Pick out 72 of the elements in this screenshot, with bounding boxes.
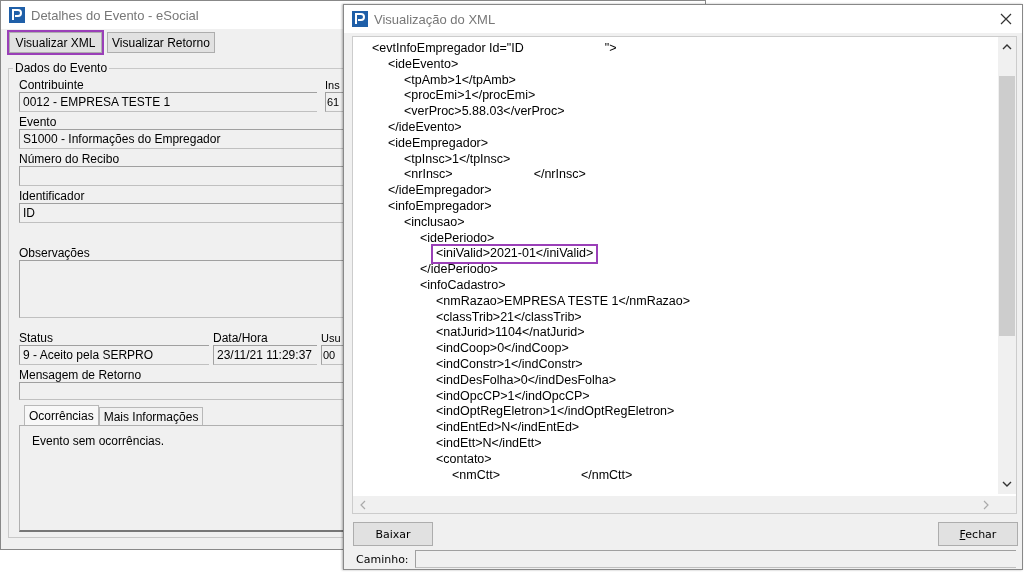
notes-field[interactable] [19, 260, 344, 318]
field-label: Evento [19, 115, 57, 129]
group-title: Dados do Evento [13, 61, 110, 75]
field-label: Contribuinte [19, 78, 84, 92]
field-label: Mensagem de Retorno [19, 368, 142, 382]
user-field[interactable]: 00 [321, 345, 344, 365]
occurrences-text: Evento sem ocorrências. [32, 434, 165, 448]
xml-line: </ideEmpregador> [387, 183, 493, 199]
window-title: Visualização do XML [374, 11, 497, 27]
tab[interactable]: Mais Informações [98, 407, 204, 425]
scroll-left-icon[interactable] [359, 499, 367, 510]
xml-line: <natJurid>1104</natJurid> [435, 325, 586, 342]
xml-line: <ideEvento> [387, 56, 460, 73]
xml-line: <indCoop>0</indCoop> [435, 341, 570, 357]
xml-line: </idePeriodo> [419, 262, 499, 278]
xml-line: <tpAmb>1</tpAmb> [403, 72, 517, 89]
vertical-scrollbar[interactable] [998, 37, 1016, 494]
close-icon[interactable] [1000, 13, 1012, 25]
path-label: Caminho: [356, 552, 409, 566]
xml-line: <nrInsc> [403, 167, 454, 184]
xml-line: </nmCtt> [580, 467, 633, 484]
xml-line: <nmCtt> [451, 467, 501, 484]
xml-line: <iniValid>2021-01</iniValid> [433, 246, 597, 263]
receipt-number-field[interactable] [19, 166, 344, 186]
xml-line: <inclusao> [403, 214, 466, 231]
field-label: Observações [19, 246, 90, 260]
scrollbar-thumb[interactable] [999, 75, 1015, 336]
xml-line: <indConstr>1</indConstr> [435, 356, 584, 373]
contributor-field[interactable]: 0012 - EMPRESA TESTE 1 [19, 92, 317, 112]
window-title: Detalhes do Evento - eSocial [31, 7, 199, 23]
close-button[interactable]: Fechar [938, 522, 1018, 546]
field-label: Número do Recibo [19, 152, 120, 166]
horizontal-scrollbar[interactable] [353, 496, 1016, 513]
xml-line: <classTrib>21</classTrib> [435, 309, 583, 326]
xml-line: <indEntEd>N</indEntEd> [435, 420, 581, 436]
app-logo-icon [9, 7, 25, 23]
field-label: Ins [325, 78, 340, 92]
xml-line: <evtInfoEmpregador Id="ID [371, 41, 525, 57]
download-button[interactable]: Baixar [353, 522, 433, 546]
field-label: Data/Hora [213, 331, 268, 345]
xml-line: <indOptRegEletron>1</indOptRegEletron> [435, 404, 676, 421]
xml-line: <idePeriodo> [419, 230, 496, 247]
xml-line: <ideEmpregador> [387, 135, 490, 152]
xml-line: <contato> [435, 451, 493, 468]
status-field[interactable]: 9 - Aceito pela SERPRO [19, 345, 209, 365]
app-logo-icon [352, 11, 368, 27]
path-field[interactable] [414, 550, 1016, 568]
xml-line: <infoCadastro> [419, 277, 507, 294]
xml-line: <nmRazao>EMPRESA TESTE 1</nmRazao> [435, 293, 692, 310]
xml-line: <indEtt>N</indEtt> [435, 435, 543, 452]
tab[interactable]: Ocorrências [24, 405, 99, 425]
xml-line: <verProc>5.88.03</verProc> [403, 104, 566, 120]
scroll-down-icon[interactable] [1002, 480, 1012, 488]
scroll-right-icon[interactable] [982, 499, 990, 510]
return-message-field[interactable] [19, 382, 344, 400]
scroll-up-icon[interactable] [1002, 43, 1012, 51]
xml-line: "> [604, 41, 617, 57]
field-label: Usu [321, 331, 341, 345]
xml-line: </nrInsc> [533, 167, 586, 184]
date-time-field[interactable]: 23/11/21 11:29:37 [213, 345, 317, 365]
xml-line: </ideEvento> [387, 120, 463, 136]
identifier-field[interactable]: ID [19, 203, 344, 223]
view-button[interactable]: Visualizar Retorno [107, 32, 215, 53]
field-label: Identificador [19, 189, 85, 203]
xml-line: <infoEmpregador> [387, 198, 493, 215]
field-label: Status [19, 331, 54, 345]
xml-line: <procEmi>1</procEmi> [403, 88, 537, 105]
event-field[interactable]: S1000 - Informações do Empregador [19, 129, 344, 149]
xml-line: <indOpcCP>1</indOpcCP> [435, 388, 591, 405]
xml-line: <tpInsc>1</tpInsc> [403, 151, 512, 168]
xml-line: <indDesFolha>0</indDesFolha> [435, 372, 617, 389]
view-button[interactable]: Visualizar XML [9, 32, 102, 53]
